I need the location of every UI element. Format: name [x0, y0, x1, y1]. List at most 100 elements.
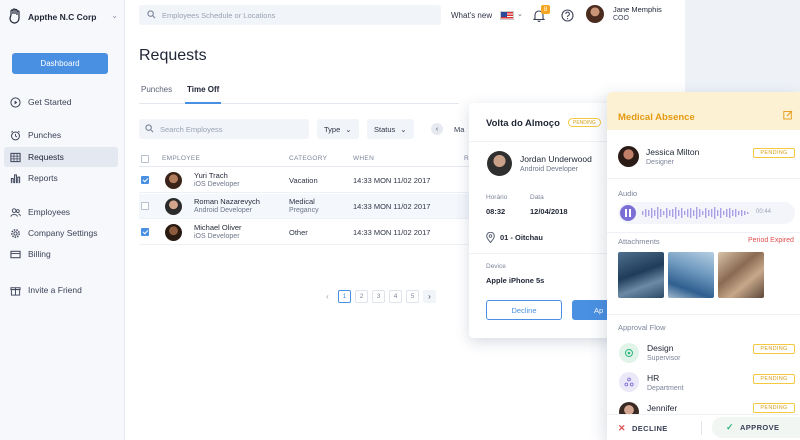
avatar [165, 198, 182, 215]
divider [607, 178, 800, 179]
attachment-thumbnail[interactable] [668, 252, 714, 298]
sidebar-item-employees[interactable]: Employees [4, 202, 118, 222]
device-value: Apple iPhone 5s [486, 276, 545, 285]
status-filter-select[interactable]: Status ⌄ [367, 119, 414, 139]
sidebar-item-billing[interactable]: Billing [4, 244, 118, 264]
employee-search-input[interactable]: Search Employess [139, 119, 309, 139]
sidebar-item-label: Get Started [28, 97, 72, 107]
sidebar-item-company-settings[interactable]: Company Settings [4, 223, 118, 243]
row-checkbox[interactable] [141, 202, 149, 210]
status-badge: PENDING [753, 374, 795, 384]
gear-icon [10, 228, 21, 239]
card-header [607, 92, 800, 130]
sidebar-item-label: Billing [28, 249, 51, 259]
column-header-when[interactable]: WHEN [353, 155, 374, 162]
page-button[interactable]: 5 [406, 290, 419, 303]
chevron-down-icon[interactable]: ⌄ [517, 10, 523, 18]
row-checkbox[interactable] [141, 228, 149, 236]
sidebar-item-label: Invite a Friend [28, 285, 82, 295]
divider [469, 253, 629, 254]
attachment-thumbnail[interactable] [618, 252, 664, 298]
hand-logo-icon [8, 8, 22, 26]
waveform[interactable] [642, 206, 752, 220]
page-button[interactable]: 3 [372, 290, 385, 303]
decline-button[interactable]: Decline [486, 300, 562, 320]
divider [701, 421, 702, 435]
category-cell: Medical [289, 197, 315, 206]
chevron-left-icon[interactable]: ‹ [321, 292, 334, 301]
category-cell: Other [289, 228, 308, 237]
whats-new-link[interactable]: What's new [451, 11, 492, 20]
employee-title: Android Developer [194, 207, 252, 214]
table-row[interactable]: Michael Oliver iOS Developer Other 14:33… [139, 220, 469, 245]
alarm-clock-icon [10, 130, 21, 141]
flow-step-name: Design [647, 343, 674, 353]
card-footer: ✕ DECLINE ✓ APPROVE [607, 414, 800, 440]
tab-time-off[interactable]: Time Off [187, 85, 219, 94]
status-badge: PENDING [753, 148, 795, 158]
sidebar-item-label: Company Settings [28, 228, 98, 238]
table-row[interactable]: Yuri Trach iOS Developer Vacation 14:33 … [139, 168, 469, 193]
flow-step-name: Jennifer [647, 403, 678, 413]
date-filter-partial: Ma [454, 125, 465, 134]
approve-label: APPROVE [739, 423, 780, 432]
user-avatar[interactable] [586, 5, 604, 23]
tab-bar: Punches Time Off [139, 82, 459, 104]
sidebar-item-requests[interactable]: Requests [4, 147, 118, 167]
employee-name: Yuri Trach [194, 171, 228, 180]
sidebar-item-punches[interactable]: Punches [4, 125, 118, 145]
flow-step-sub: Supervisor [647, 355, 681, 362]
divider [607, 232, 800, 233]
page-button[interactable]: 2 [355, 290, 368, 303]
chevron-down-icon: ⌄ [345, 124, 352, 134]
column-header-employee[interactable]: EMPLOYEE [162, 155, 200, 162]
row-checkbox[interactable] [141, 176, 149, 184]
brand-switcher[interactable]: Appthe N.C Corp ⌄ [8, 8, 118, 26]
check-icon: ✓ [726, 422, 734, 432]
tab-punches[interactable]: Punches [141, 85, 172, 94]
us-flag-icon[interactable] [500, 11, 514, 20]
play-circle-icon [10, 96, 21, 108]
employee-name: Jordan Underwood [520, 154, 592, 164]
sidebar-item-get-started[interactable]: Get Started [4, 92, 118, 112]
top-bar: Employees Schedule or Locations What's n… [125, 0, 685, 34]
flow-step-name: HR [647, 373, 660, 383]
sidebar-item-label: Employees [28, 207, 71, 217]
page-button[interactable]: 4 [389, 290, 402, 303]
decline-button[interactable]: ✕ DECLINE [618, 419, 668, 437]
when-cell: 14:33 MON 11/02 2017 [353, 202, 431, 211]
column-header-category[interactable]: CATEGORY [289, 155, 327, 162]
chevron-left-icon[interactable]: ‹ [431, 123, 443, 135]
chevron-right-icon[interactable]: › [423, 290, 436, 303]
table-row[interactable]: Roman Nazarevych Android Developer Medic… [139, 194, 469, 219]
period-expired-note: Period Expired [748, 237, 794, 244]
type-filter-select[interactable]: Type ⌄ [317, 119, 359, 139]
status-badge: PENDING [568, 118, 601, 127]
edit-icon[interactable] [783, 110, 793, 122]
approve-button[interactable]: ✓ APPROVE [712, 417, 800, 438]
dashboard-button[interactable]: Dashboard [12, 53, 108, 74]
avatar [165, 224, 182, 241]
employee-role: Designer [646, 159, 675, 166]
divider [607, 314, 800, 315]
sidebar-item-invite-friend[interactable]: Invite a Friend [4, 280, 118, 300]
global-search[interactable]: Employees Schedule or Locations [139, 5, 441, 25]
help-icon[interactable] [561, 9, 574, 24]
calendar-grid-icon [10, 152, 21, 163]
page-button[interactable]: 1 [338, 290, 351, 303]
attachment-thumbnail[interactable] [718, 252, 764, 298]
status-badge: PENDING [753, 403, 795, 413]
pause-icon[interactable] [620, 205, 636, 221]
sidebar-item-reports[interactable]: Reports [4, 168, 118, 188]
decline-label: DECLINE [631, 423, 668, 433]
sidebar-item-label: Reports [28, 173, 58, 183]
users-icon [10, 207, 21, 218]
select-all-checkbox[interactable] [141, 155, 149, 163]
location-value: 01 - Oitchau [500, 233, 543, 242]
audio-duration: 00:44 [756, 209, 772, 215]
date-label: Data [530, 194, 544, 201]
audio-player: 00:44 [618, 202, 795, 224]
device-label: Device [486, 263, 506, 270]
location-pin-icon [486, 231, 495, 245]
notification-badge: 8 [541, 5, 550, 14]
